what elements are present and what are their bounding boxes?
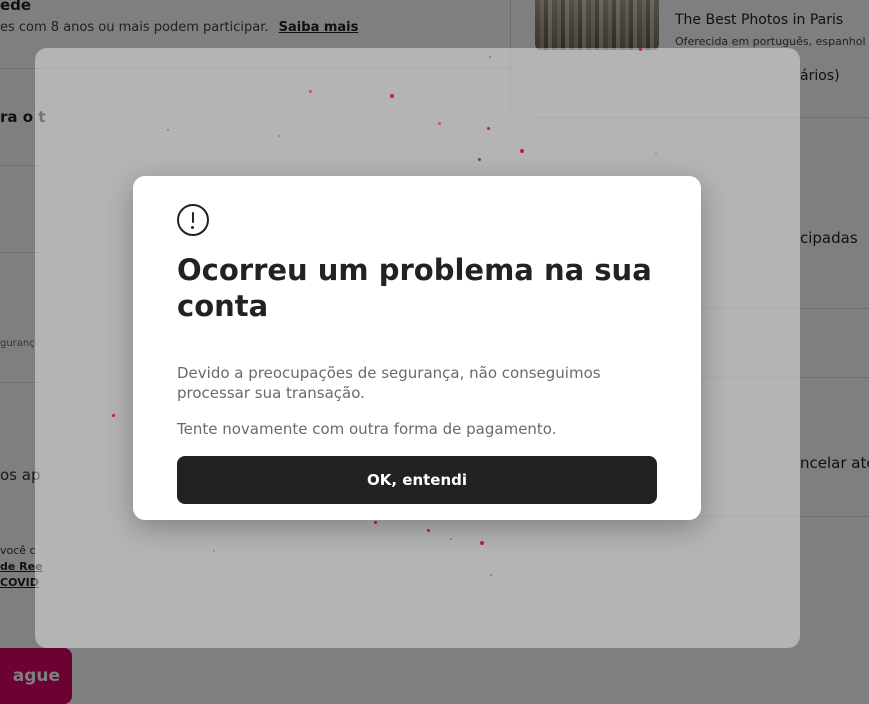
particle-dot bbox=[480, 541, 484, 545]
particle-dot bbox=[490, 574, 492, 576]
particle-dot bbox=[112, 414, 115, 417]
particle-dot bbox=[309, 90, 312, 93]
alert-circle-icon bbox=[177, 204, 209, 236]
particle-dot bbox=[278, 135, 280, 137]
particle-dot bbox=[438, 122, 441, 125]
particle-dot bbox=[390, 94, 394, 98]
particle-dot bbox=[167, 129, 169, 131]
particle-dot bbox=[478, 158, 481, 161]
account-problem-modal: Ocorreu um problema na sua conta Devido … bbox=[133, 176, 701, 520]
checkout-page: ede es com 8 anos ou mais podem particip… bbox=[0, 0, 869, 704]
modal-title: Ocorreu um problema na sua conta bbox=[177, 253, 652, 323]
particle-dot bbox=[655, 152, 657, 154]
particle-dot bbox=[374, 521, 377, 524]
particle-dot bbox=[450, 538, 452, 540]
ok-button[interactable]: OK, entendi bbox=[177, 456, 657, 504]
particle-dot bbox=[489, 56, 491, 58]
particle-dot bbox=[639, 48, 642, 51]
particle-dot bbox=[487, 127, 490, 130]
particle-dot bbox=[213, 550, 215, 552]
particle-dot bbox=[520, 149, 524, 153]
particle-dot bbox=[427, 529, 430, 532]
modal-instruction: Tente novamente com outra forma de pagam… bbox=[177, 420, 557, 438]
modal-description: Devido a preocupações de segurança, não … bbox=[177, 364, 601, 402]
